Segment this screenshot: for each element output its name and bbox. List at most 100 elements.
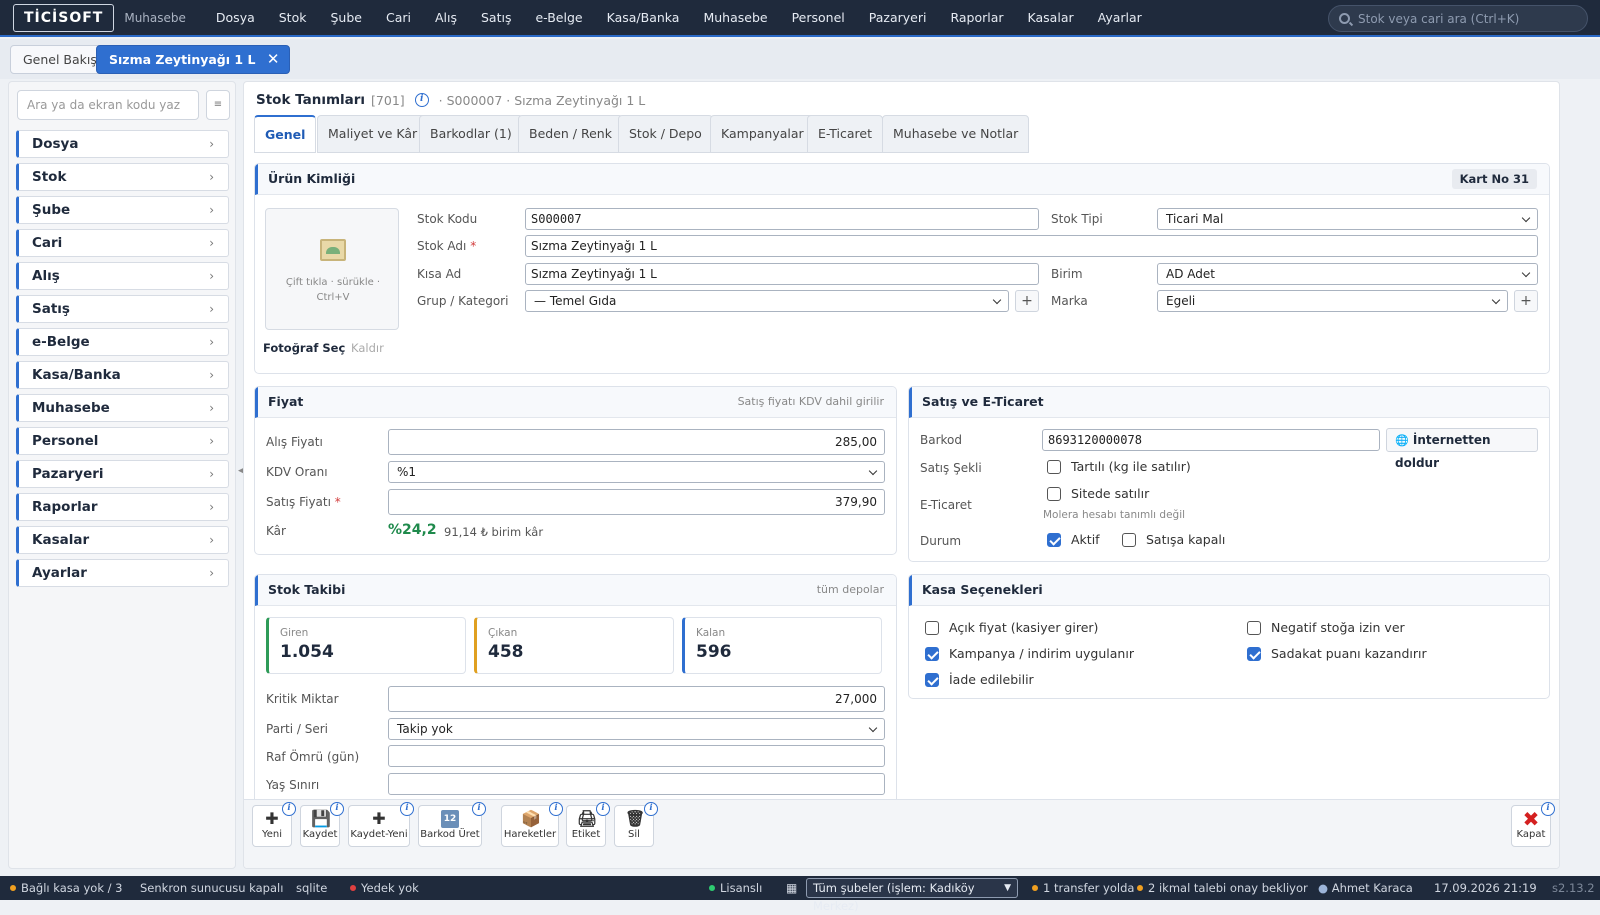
tab-current-product[interactable]: Sızma Zeytinyağı 1 L ✕ [96,45,291,74]
sales-closed-checkbox[interactable] [1122,533,1136,547]
branch-select[interactable]: Tüm şubeler (işlem: Kadıköy Merkez) ▼ [806,878,1018,913]
active-checkbox[interactable] [1047,533,1061,547]
info-icon[interactable]: i [330,802,344,816]
sidebar-item-sube[interactable]: Şube › [16,196,229,224]
supply-request-status[interactable]: 2 ikmal talebi onay bekliyor [1137,876,1308,900]
save-button[interactable]: 💾 Kaydet i [300,802,344,847]
tab-barkodlar[interactable]: Barkodlar (1) [419,115,523,153]
label-print-button[interactable]: 🖨 Etiket i [566,802,610,847]
tab-muhasebe-notlar[interactable]: Muhasebe ve Notlar [882,115,1030,153]
nav-satis[interactable]: Satış [469,0,523,35]
returnable-checkbox[interactable] [925,673,939,687]
save-new-button[interactable]: ✚ Kaydet-Yeni i [348,802,414,847]
nav-raporlar[interactable]: Raporlar [938,0,1015,35]
barcode-input[interactable]: 8693120000078 [1042,429,1380,451]
nav-cari[interactable]: Cari [374,0,423,35]
tab-kampanyalar[interactable]: Kampanyalar [710,115,815,153]
tab-genel[interactable]: Genel [254,115,317,153]
info-icon[interactable]: i [400,802,414,816]
new-button[interactable]: ✚ Yeni i [252,802,296,847]
sidebar-item-raporlar[interactable]: Raporlar › [16,493,229,521]
critical-qty-input[interactable]: 27,000 [388,686,885,712]
app-logo[interactable]: TİCİSOFT [13,3,115,32]
age-limit-input[interactable] [388,773,885,795]
short-name-input[interactable]: Sızma Zeytinyağı 1 L [525,263,1039,285]
current-user[interactable]: ● Ahmet Karaca [1318,876,1413,900]
group-select[interactable]: — Temel Gıda [525,290,1009,312]
tab-stok-depo[interactable]: Stok / Depo [618,115,713,153]
photo-dropzone[interactable]: Çift tıkla · sürükle · Ctrl+V [265,208,399,330]
info-icon[interactable]: i [644,802,658,816]
delete-button[interactable]: 🗑 Sil i [614,802,658,847]
nav-dosya[interactable]: Dosya [204,0,267,35]
tab-overview[interactable]: Genel Bakış [10,45,110,74]
negative-stock-checkbox[interactable] [1247,621,1261,635]
nav-alis[interactable]: Alış [423,0,469,35]
nav-sube[interactable]: Şube [318,0,373,35]
close-button[interactable]: ✖ Kapat i [1511,802,1555,847]
photo-remove-button[interactable]: Kaldır [351,341,384,355]
menu-icon[interactable]: ≡ [206,90,230,120]
nav-ebelge[interactable]: e-Belge [523,0,594,35]
info-icon[interactable]: i [1541,802,1555,816]
sidebar-item-label: Ayarlar [32,565,87,581]
nav-muhasebe[interactable]: Muhasebe [691,0,779,35]
campaign-checkbox[interactable] [925,647,939,661]
sidebar-item-alis[interactable]: Alış › [16,262,229,290]
transfer-status[interactable]: 1 transfer yolda [1032,876,1134,900]
nav-kasalar[interactable]: Kasalar [1016,0,1086,35]
tab-beden-renk[interactable]: Beden / Renk [518,115,623,153]
sidebar-item-ayarlar[interactable]: Ayarlar › [16,559,229,587]
nav-pazaryeri[interactable]: Pazaryeri [857,0,939,35]
sidebar-item-personel[interactable]: Personel › [16,427,229,455]
datetime: 17.09.2026 21:19 [1434,881,1537,895]
stock-code-input[interactable]: S000007 [525,208,1039,230]
sidebar-item-satis[interactable]: Satış › [16,295,229,323]
sidebar-item-stok[interactable]: Stok › [16,163,229,191]
info-icon[interactable]: i [549,802,563,816]
sidebar-item-kasa-banka[interactable]: Kasa/Banka › [16,361,229,389]
sidebar-item-pazaryeri[interactable]: Pazaryeri › [16,460,229,488]
open-price-checkbox[interactable] [925,621,939,635]
info-icon[interactable]: i [282,802,296,816]
shelf-life-input[interactable] [388,745,885,767]
photo-select-button[interactable]: Fotoğraf Seç [263,341,345,355]
sidebar-item-label: Kasa/Banka [32,367,121,383]
brand-select[interactable]: Egeli [1157,290,1508,312]
generate-barcode-button[interactable]: 12 Barkod Üret i [418,802,486,847]
sidebar-search-input[interactable]: Ara ya da ekran kodu yaz [17,90,199,120]
vat-select[interactable]: %1 [388,461,885,483]
close-button-label: Kapat [1516,829,1546,840]
stock-name-input[interactable]: Sızma Zeytinyağı 1 L [525,235,1538,257]
buy-price-input[interactable]: 285,00 [388,429,885,455]
sale-mode-label: Satış Şekli [920,461,982,475]
tab-maliyet-kar[interactable]: Maliyet ve Kâr [317,115,429,153]
sidebar-item-kasalar[interactable]: Kasalar › [16,526,229,554]
nav-ayarlar[interactable]: Ayarlar [1086,0,1154,35]
nav-stok[interactable]: Stok [267,0,319,35]
info-icon[interactable]: i [472,802,486,816]
lot-serial-select[interactable]: Takip yok [388,718,885,740]
sidebar-item-dosya[interactable]: Dosya › [16,130,229,158]
global-search-input[interactable]: Stok veya cari ara (Ctrl+K) [1328,5,1588,32]
add-brand-button[interactable]: + [1514,290,1538,312]
loyalty-checkbox[interactable] [1247,647,1261,661]
unit-select[interactable]: AD Adet [1157,263,1538,285]
nav-kasa-banka[interactable]: Kasa/Banka [595,0,692,35]
info-icon[interactable]: i [596,802,610,816]
close-icon[interactable]: ✕ [267,46,280,73]
weighed-checkbox[interactable] [1047,460,1061,474]
fill-from-internet-button[interactable]: 🌐 İnternetten doldur [1386,428,1538,470]
tab-eticaret[interactable]: E-Ticaret [807,115,883,153]
sell-price-input[interactable]: 379,90 [388,489,885,515]
sidebar-item-ebelge[interactable]: e-Belge › [16,328,229,356]
stock-type-select[interactable]: Ticari Mal [1157,208,1538,230]
info-icon[interactable]: i [414,93,429,107]
open-price-label: Açık fiyat (kasiyer girer) [949,620,1099,635]
add-group-button[interactable]: + [1015,290,1039,312]
nav-personel[interactable]: Personel [780,0,857,35]
sold-on-site-checkbox[interactable] [1047,487,1061,501]
sidebar-item-muhasebe[interactable]: Muhasebe › [16,394,229,422]
movements-button[interactable]: 📦 Hareketler i [501,802,563,847]
sidebar-item-cari[interactable]: Cari › [16,229,229,257]
